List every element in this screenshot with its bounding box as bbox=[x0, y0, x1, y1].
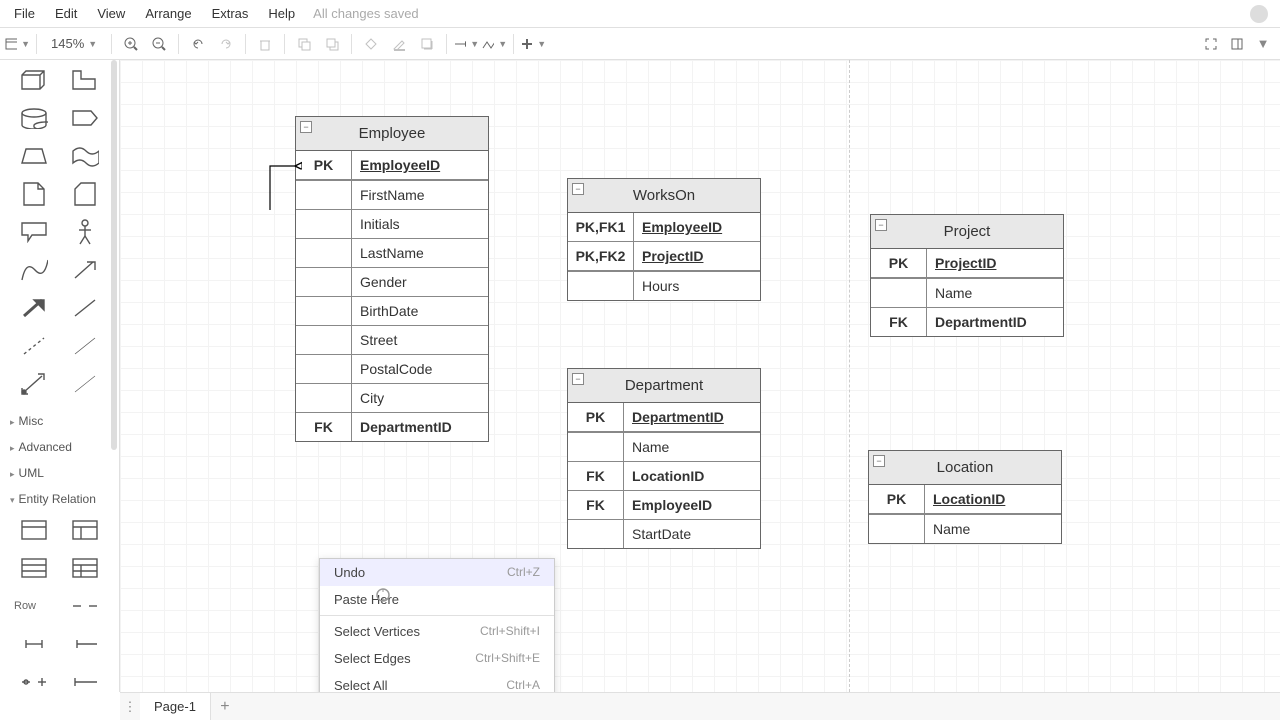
menu-extras[interactable]: Extras bbox=[202, 0, 259, 28]
ctx-paste-here[interactable]: Paste Here bbox=[320, 586, 554, 613]
er-rel-4[interactable] bbox=[65, 668, 106, 692]
er-entity-2[interactable] bbox=[65, 516, 106, 544]
zoom-level[interactable]: 145%▼ bbox=[43, 36, 105, 51]
collapse-icon[interactable]: − bbox=[873, 455, 885, 467]
fullscreen-icon[interactable] bbox=[1198, 31, 1224, 57]
context-menu: UndoCtrl+Z Paste Here Select VerticesCtr… bbox=[319, 558, 555, 692]
shape-arrow-up[interactable] bbox=[14, 294, 55, 322]
category-misc[interactable]: Misc bbox=[0, 408, 119, 434]
ctx-undo[interactable]: UndoCtrl+Z bbox=[320, 559, 554, 586]
er-entity-4[interactable] bbox=[65, 554, 106, 582]
er-rel-1[interactable] bbox=[14, 630, 55, 658]
fill-color-icon[interactable] bbox=[358, 31, 384, 57]
zoom-in-icon[interactable] bbox=[118, 31, 144, 57]
menu-help[interactable]: Help bbox=[258, 0, 305, 28]
entity-workson[interactable]: −WorksOn PK,FK1EmployeeID PK,FK2ProjectI… bbox=[567, 178, 761, 301]
er-row-line[interactable] bbox=[65, 592, 106, 620]
entity-project[interactable]: −Project PKProjectID Name FKDepartmentID bbox=[870, 214, 1064, 337]
er-rel-2[interactable] bbox=[65, 630, 106, 658]
shape-tape[interactable] bbox=[65, 142, 106, 170]
shape-thin-line[interactable] bbox=[65, 332, 106, 360]
shape-cube[interactable] bbox=[14, 66, 55, 94]
shape-arrow-diag[interactable] bbox=[65, 256, 106, 284]
sidebar-scrollbar[interactable] bbox=[111, 60, 117, 450]
er-entity-1[interactable] bbox=[14, 516, 55, 544]
insert-icon[interactable]: ▼ bbox=[520, 31, 546, 57]
delete-icon[interactable] bbox=[252, 31, 278, 57]
shape-trapezoid[interactable] bbox=[14, 142, 55, 170]
ctx-select-all[interactable]: Select AllCtrl+A bbox=[320, 672, 554, 692]
collapse-icon[interactable]: − bbox=[300, 121, 312, 133]
add-page-button[interactable]: + bbox=[211, 698, 239, 716]
shadow-icon[interactable] bbox=[414, 31, 440, 57]
er-rel-3[interactable] bbox=[14, 668, 55, 692]
category-entity-relation[interactable]: Entity Relation bbox=[0, 486, 119, 512]
shape-sidebar: Misc Advanced UML Entity Relation Row Mo… bbox=[0, 60, 120, 692]
shape-note[interactable] bbox=[14, 180, 55, 208]
ctx-select-edges[interactable]: Select EdgesCtrl+Shift+E bbox=[320, 645, 554, 672]
ctx-select-vertices[interactable]: Select VerticesCtrl+Shift+I bbox=[320, 618, 554, 645]
shape-step[interactable] bbox=[65, 66, 106, 94]
shape-actor[interactable] bbox=[65, 218, 106, 246]
er-entity-3[interactable] bbox=[14, 554, 55, 582]
shape-card[interactable] bbox=[65, 180, 106, 208]
menu-edit[interactable]: Edit bbox=[45, 0, 87, 28]
redo-icon[interactable] bbox=[213, 31, 239, 57]
entity-department[interactable]: −Department PKDepartmentID Name FKLocati… bbox=[567, 368, 761, 549]
category-advanced[interactable]: Advanced bbox=[0, 434, 119, 460]
undo-icon[interactable] bbox=[185, 31, 211, 57]
entity-employee[interactable]: −Employee PKEmployeeID FirstName Initial… bbox=[295, 116, 489, 442]
to-front-icon[interactable] bbox=[291, 31, 317, 57]
tab-menu-icon[interactable]: ⋮ bbox=[120, 699, 140, 715]
shape-bidir-arrow[interactable] bbox=[14, 370, 55, 398]
collapse-panel-icon[interactable]: ▼ bbox=[1250, 31, 1276, 57]
format-panel-icon[interactable] bbox=[1224, 31, 1250, 57]
menubar: File Edit View Arrange Extras Help All c… bbox=[0, 0, 1280, 28]
shape-dashed[interactable] bbox=[14, 332, 55, 360]
shape-palette bbox=[0, 60, 119, 408]
view-mode-button[interactable]: ▼ bbox=[4, 31, 30, 57]
waypoint-icon[interactable]: ▼ bbox=[481, 31, 507, 57]
shape-thin-diag[interactable] bbox=[65, 370, 106, 398]
shape-curve[interactable] bbox=[14, 256, 55, 284]
connection-icon[interactable]: ▼ bbox=[453, 31, 479, 57]
page-tabs: ⋮ Page-1 + bbox=[120, 692, 1280, 720]
save-status: All changes saved bbox=[305, 6, 419, 21]
menu-file[interactable]: File bbox=[4, 0, 45, 28]
shape-tag[interactable] bbox=[65, 104, 106, 132]
collapse-icon[interactable]: − bbox=[572, 183, 584, 195]
zoom-out-icon[interactable] bbox=[146, 31, 172, 57]
shape-cylinder[interactable] bbox=[14, 104, 55, 132]
menu-arrange[interactable]: Arrange bbox=[135, 0, 201, 28]
language-icon[interactable] bbox=[1250, 5, 1268, 23]
menu-view[interactable]: View bbox=[87, 0, 135, 28]
shape-callout[interactable] bbox=[14, 218, 55, 246]
er-row-shape[interactable]: Row bbox=[14, 592, 55, 620]
entity-location[interactable]: −Location PKLocationID Name bbox=[868, 450, 1062, 544]
category-uml[interactable]: UML bbox=[0, 460, 119, 486]
toolbar: ▼ 145%▼ ▼ ▼ ▼ ▼ bbox=[0, 28, 1280, 60]
collapse-icon[interactable]: − bbox=[572, 373, 584, 385]
line-color-icon[interactable] bbox=[386, 31, 412, 57]
canvas[interactable]: −Employee PKEmployeeID FirstName Initial… bbox=[120, 60, 1280, 692]
tab-page-1[interactable]: Page-1 bbox=[140, 693, 211, 720]
collapse-icon[interactable]: − bbox=[875, 219, 887, 231]
shape-line-diag[interactable] bbox=[65, 294, 106, 322]
to-back-icon[interactable] bbox=[319, 31, 345, 57]
